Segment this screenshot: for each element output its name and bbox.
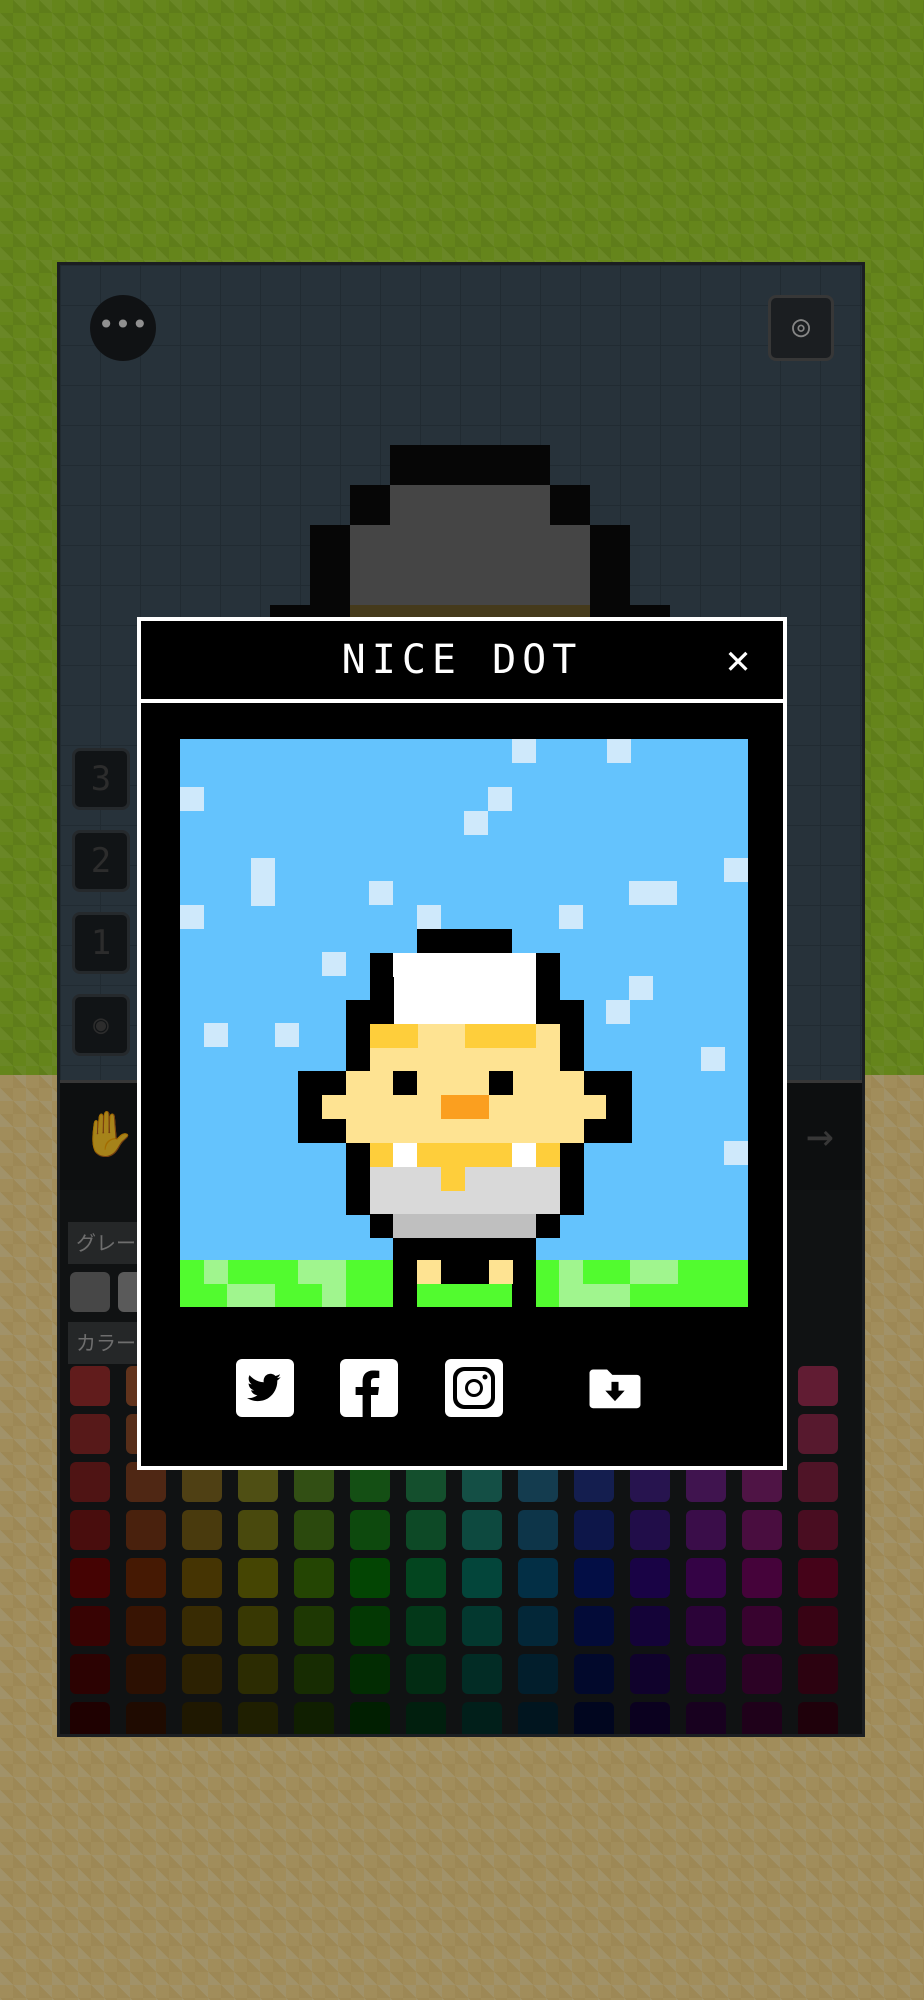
- instagram-icon: [453, 1367, 495, 1409]
- facebook-share-button[interactable]: [340, 1359, 398, 1417]
- nice-dot-dialog: NICE DOT ✕: [137, 617, 787, 1470]
- twitter-share-button[interactable]: [236, 1359, 294, 1417]
- pixel-art-preview: [180, 739, 748, 1307]
- twitter-icon: [247, 1373, 281, 1402]
- instagram-share-button[interactable]: [445, 1359, 503, 1417]
- close-icon: ✕: [725, 637, 751, 683]
- facebook-icon: [355, 1370, 380, 1417]
- dialog-title: NICE DOT: [341, 637, 583, 683]
- dialog-header: NICE DOT ✕: [141, 621, 783, 703]
- close-button[interactable]: ✕: [713, 633, 763, 687]
- save-folder-icon: [589, 1369, 641, 1409]
- save-button[interactable]: [586, 1359, 652, 1417]
